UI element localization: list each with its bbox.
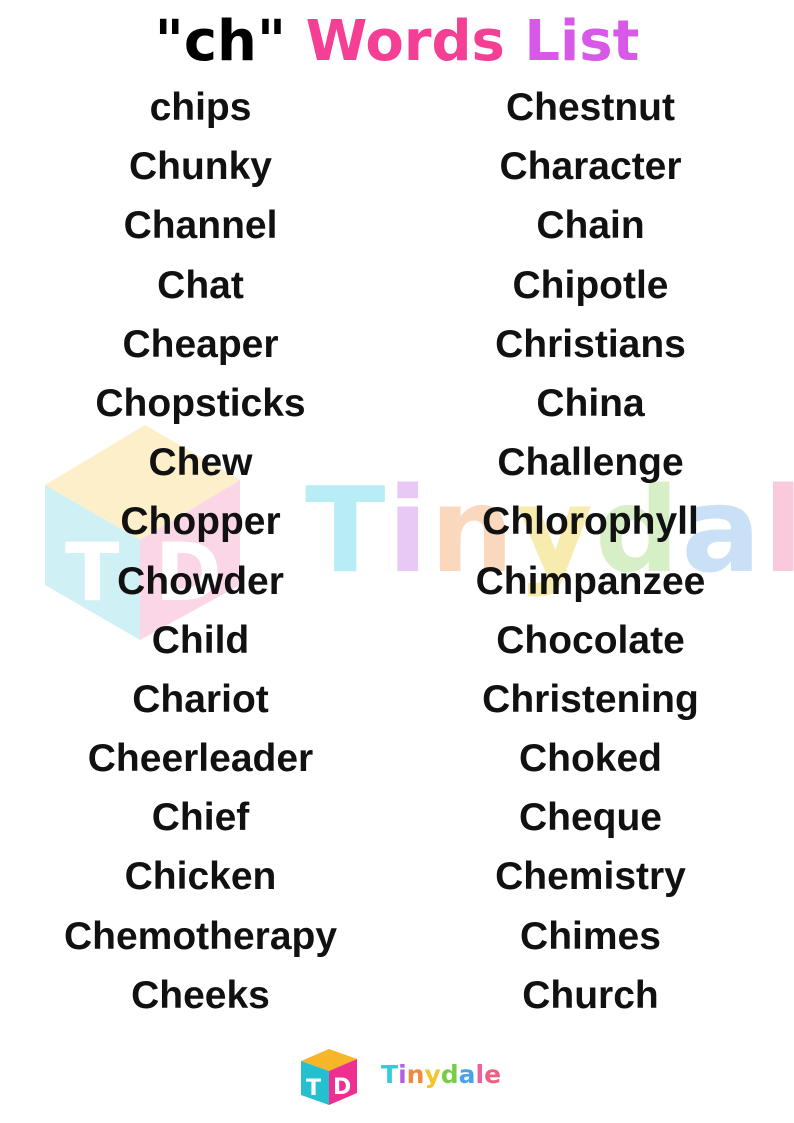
word-item: Chimpanzee	[475, 559, 706, 603]
footer-letter: y	[424, 1060, 441, 1089]
word-item: Chimes	[520, 914, 661, 958]
footer-letter: e	[484, 1060, 502, 1089]
word-item: Cheque	[518, 796, 662, 840]
word-item: Chopper	[120, 500, 281, 544]
word-item: chips	[149, 86, 252, 129]
footer-letter: l	[475, 1060, 485, 1089]
word-item: Cheeks	[131, 973, 270, 1017]
word-item: Cheaper	[122, 322, 279, 366]
word-item: Chariot	[132, 677, 269, 721]
title-ch: "ch"	[154, 9, 287, 74]
word-item: Chain	[536, 204, 645, 248]
footer-letter: d	[440, 1060, 459, 1089]
word-item: Chief	[151, 796, 250, 840]
cube-letter: T	[306, 1076, 321, 1101]
word-item: Chestnut	[506, 86, 675, 129]
word-item: Chemistry	[495, 855, 686, 899]
word-item: Channel	[123, 204, 278, 248]
td-cube-icon: T D	[301, 1049, 357, 1105]
cube-letter: D	[333, 1075, 351, 1100]
page-title: "ch" Words List	[0, 4, 794, 80]
title-list: List	[524, 9, 640, 74]
footer-brand-text: Tinydale	[381, 1060, 501, 1090]
footer-logo: T D Tinydale	[297, 1045, 501, 1109]
footer-letter: a	[458, 1060, 476, 1089]
word-item: Chunky	[128, 145, 272, 189]
word-item: Chopsticks	[95, 381, 306, 425]
word-item: Child	[151, 618, 250, 662]
word-item: Choked	[518, 737, 662, 781]
footer-letter: n	[406, 1060, 425, 1089]
word-item: Church	[522, 973, 659, 1017]
word-item: Chat	[157, 263, 244, 307]
word-item: Chicken	[124, 855, 277, 899]
right-word-column: Chestnut Character Chain Chipotle Christians…	[392, 78, 789, 1025]
word-item: Cheerleader	[87, 737, 314, 781]
word-item: Chipotle	[512, 263, 669, 307]
word-item: Chemotherapy	[63, 914, 338, 958]
word-item: Christening	[482, 677, 699, 721]
footer-letter: i	[398, 1060, 407, 1089]
word-item: Character	[499, 145, 682, 189]
word-item: Challenge	[497, 441, 684, 485]
word-item: Chew	[148, 441, 253, 485]
footer-letter: T	[381, 1060, 399, 1089]
word-item: China	[536, 381, 645, 425]
word-item: Chowder	[117, 559, 284, 603]
word-item: Chocolate	[496, 618, 685, 662]
word-item: Chlorophyll	[482, 500, 699, 544]
word-item: Christians	[495, 322, 686, 366]
left-word-column: chips Chunky Channel Chat Cheaper Chopsticks C…	[2, 78, 399, 1025]
title-words: Words	[305, 9, 505, 74]
